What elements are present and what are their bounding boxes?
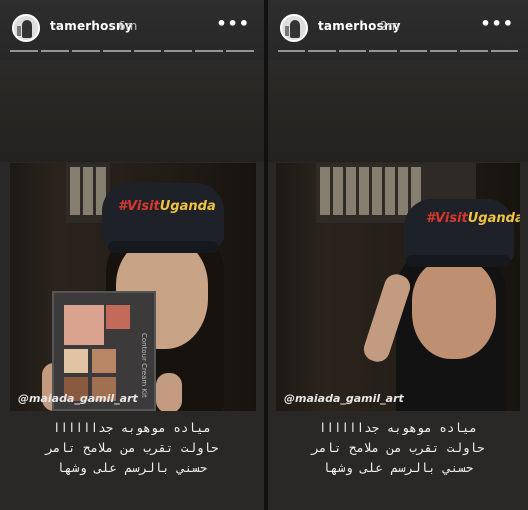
progress-segment <box>102 50 131 52</box>
avatar-figure <box>290 20 300 38</box>
palette-label: Contour Cream Kit <box>140 333 148 398</box>
caption-line: مياده موهوبه جداااااا <box>52 420 212 435</box>
caption-line: حاولت تقرب من ملامح تامر <box>311 440 485 455</box>
progress-segment <box>10 50 38 52</box>
story-video[interactable]: #VisitUganda Contour Cream Kit @maiada_g… <box>10 163 256 411</box>
progress-segment <box>429 50 458 52</box>
caption-line: مياده موهوبه جداااااا <box>318 420 478 435</box>
time-ago: 2m <box>380 19 400 33</box>
progress-segment <box>490 50 518 52</box>
progress-segment <box>369 50 397 52</box>
more-options-icon[interactable]: ••• <box>216 14 250 33</box>
story-video[interactable]: #VisitUganda @maiada_gamil_art <box>276 163 520 411</box>
avatar-figure <box>22 20 32 38</box>
watermark: @maiada_gamil_art <box>18 392 138 405</box>
story-frame-top <box>268 60 528 162</box>
progress-segment <box>226 50 254 52</box>
story-progress-bar <box>10 50 254 54</box>
hand <box>156 373 182 411</box>
avatar[interactable] <box>12 14 40 42</box>
story-progress-bar <box>278 50 518 54</box>
story-header: tamerhosny 2m ••• <box>268 0 528 60</box>
progress-segment <box>164 50 193 52</box>
palette-pan <box>64 349 88 373</box>
progress-segment <box>133 50 162 52</box>
avatar-figure-detail <box>285 26 289 36</box>
caption-line: حسني بالرسم على وشها <box>322 460 474 475</box>
story-caption: مياده موهوبه جداااااا حاولت تقرب من ملام… <box>0 418 264 478</box>
caption-line: حاولت تقرب من ملامح تامر <box>45 440 219 455</box>
palette-pan <box>64 305 104 345</box>
avatar[interactable] <box>280 14 308 42</box>
cap <box>102 183 224 247</box>
progress-segment <box>338 50 367 52</box>
story-panel-left[interactable]: tamerhosny 6m ••• #VisitUganda Contour C… <box>0 0 264 510</box>
cap-brim <box>108 241 218 253</box>
palette-pan <box>92 349 116 373</box>
avatar-figure-detail <box>17 26 21 36</box>
time-ago: 6m <box>118 19 138 33</box>
story-frame-top <box>0 60 264 162</box>
more-options-icon[interactable]: ••• <box>480 14 514 33</box>
progress-segment <box>71 50 100 52</box>
cap-logo: #VisitUganda <box>118 199 216 214</box>
cap <box>404 199 514 263</box>
cap-brim <box>406 255 510 267</box>
story-header: tamerhosny 6m ••• <box>0 0 264 60</box>
cap-logo: #VisitUganda <box>426 211 520 226</box>
progress-segment <box>399 50 427 52</box>
face <box>412 259 496 359</box>
progress-segment <box>40 50 69 52</box>
story-caption: مياده موهوبه جداااااا حاولت تقرب من ملام… <box>268 418 528 478</box>
progress-segment <box>308 50 336 52</box>
story-panel-right[interactable]: tamerhosny 2m ••• #VisitUganda @maiada_g… <box>268 0 528 510</box>
watermark: @maiada_gamil_art <box>284 392 404 405</box>
palette-pan <box>106 305 130 329</box>
progress-segment <box>278 50 306 52</box>
progress-segment <box>460 50 488 52</box>
caption-line: حسني بالرسم على وشها <box>56 460 208 475</box>
progress-segment <box>195 50 224 52</box>
